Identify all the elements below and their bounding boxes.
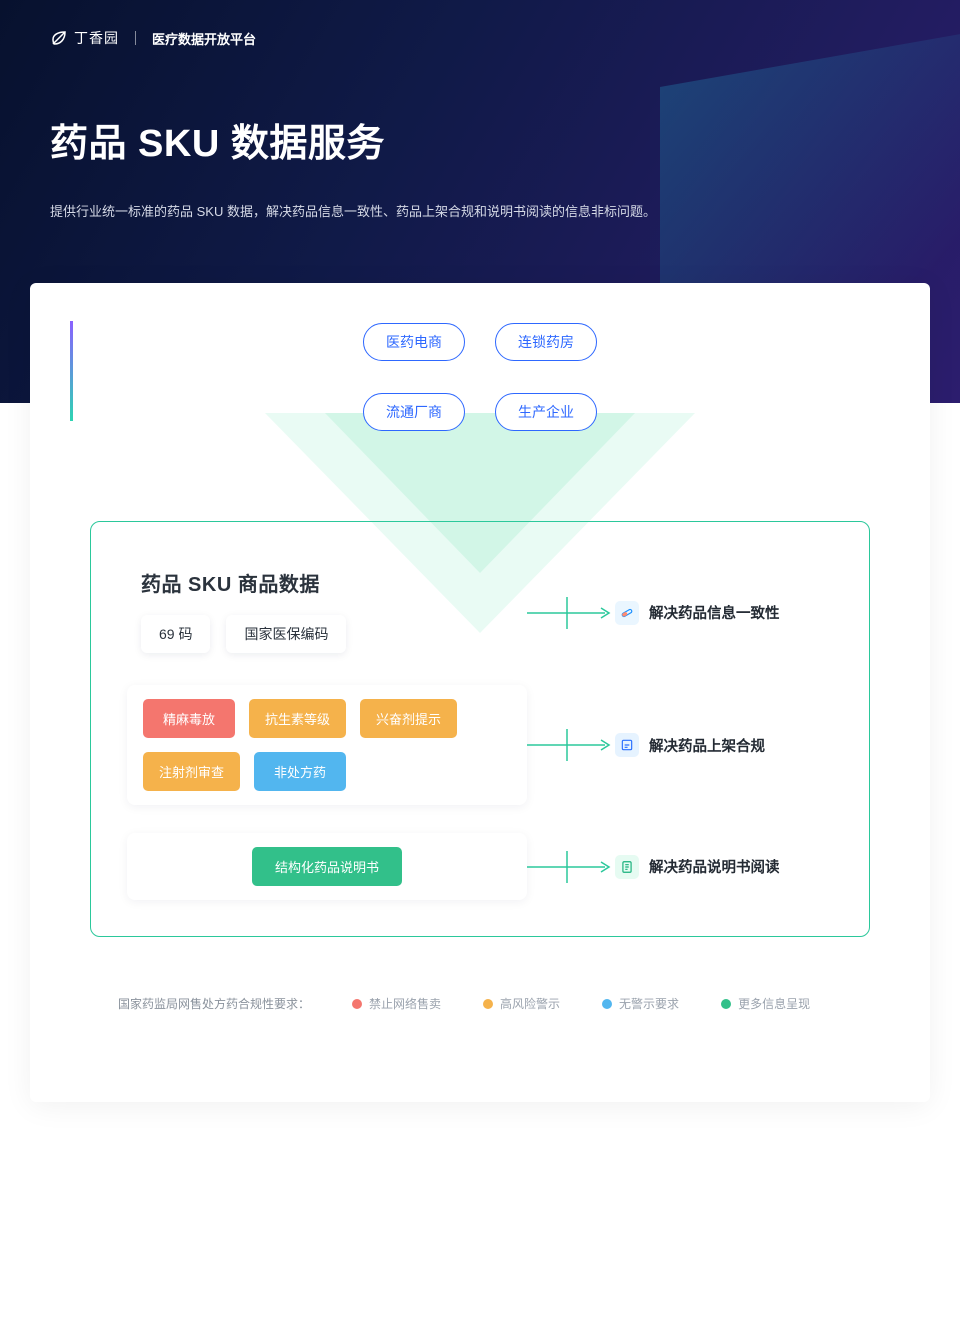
- brand-text: 丁香园: [74, 28, 119, 48]
- accent-bar: [70, 321, 73, 421]
- compliance-tag: 非处方药: [254, 752, 346, 791]
- legend-text: 更多信息呈现: [738, 995, 810, 1012]
- connector-line: [527, 725, 615, 765]
- legend-text: 高风险警示: [500, 995, 560, 1012]
- benefit-text: 解决药品上架合规: [649, 735, 765, 756]
- sku-diagram: 药品 SKU 商品数据 69 码 国家医保编码 解决药品信息一致性: [90, 521, 870, 937]
- leaf-icon: [50, 29, 68, 47]
- compliance-tag: 抗生素等级: [249, 699, 346, 738]
- code-pill: 69 码: [141, 615, 210, 653]
- source-pill: 流通厂商: [363, 393, 465, 431]
- compliance-tag: 兴奋剂提示: [360, 699, 457, 738]
- source-pill: 连锁药房: [495, 323, 597, 361]
- legend-dot-icon: [721, 999, 731, 1009]
- benefit-text: 解决药品信息一致性: [649, 602, 780, 623]
- compliance-tags-block: 精麻毒放 抗生素等级 兴奋剂提示 注射剂审查 非处方药: [127, 685, 527, 805]
- content-card: 医药电商 连锁药房 流通厂商 生产企业 药品 SKU 商品数据 69 码 国家医…: [30, 283, 930, 1102]
- brand-logo[interactable]: 丁香园: [50, 28, 119, 48]
- source-pill: 医药电商: [363, 323, 465, 361]
- legend-dot-icon: [352, 999, 362, 1009]
- legend-item: 高风险警示: [483, 995, 560, 1012]
- legend-title: 国家药监局网售处方药合规性要求：: [118, 995, 310, 1012]
- topbar: 丁香园 医疗数据开放平台: [50, 28, 910, 48]
- pill-icon: [615, 601, 639, 625]
- connector-line: [527, 847, 615, 887]
- checklist-icon: [615, 733, 639, 757]
- compliance-tag: 注射剂审查: [143, 752, 240, 791]
- legend-text: 禁止网络售卖: [369, 995, 441, 1012]
- legend-text: 无警示要求: [619, 995, 679, 1012]
- page-title: 药品 SKU 数据服务: [50, 112, 910, 167]
- platform-name: 医疗数据开放平台: [152, 29, 256, 48]
- manual-tag: 结构化药品说明书: [252, 847, 402, 886]
- sku-header-block: 药品 SKU 商品数据 69 码 国家医保编码: [127, 568, 527, 657]
- source-pill: 生产企业: [495, 393, 597, 431]
- connector-line: [527, 593, 615, 633]
- code-pill: 国家医保编码: [226, 615, 346, 653]
- benefit-text: 解决药品说明书阅读: [649, 856, 780, 877]
- sources-block: 医药电商 连锁药房 流通厂商 生产企业: [265, 323, 695, 521]
- legend-dot-icon: [602, 999, 612, 1009]
- legend-item: 禁止网络售卖: [352, 995, 441, 1012]
- legend-row: 国家药监局网售处方药合规性要求： 禁止网络售卖 高风险警示 无警示要求 更多信息…: [118, 995, 842, 1012]
- document-icon: [615, 855, 639, 879]
- vertical-divider: [135, 31, 136, 45]
- legend-item: 更多信息呈现: [721, 995, 810, 1012]
- legend-dot-icon: [483, 999, 493, 1009]
- page-description: 提供行业统一标准的药品 SKU 数据，解决药品信息一致性、药品上架合规和说明书阅…: [50, 201, 730, 223]
- legend-item: 无警示要求: [602, 995, 679, 1012]
- manual-block: 结构化药品说明书: [127, 833, 527, 900]
- compliance-tag: 精麻毒放: [143, 699, 235, 738]
- sku-title: 药品 SKU 商品数据: [141, 568, 527, 597]
